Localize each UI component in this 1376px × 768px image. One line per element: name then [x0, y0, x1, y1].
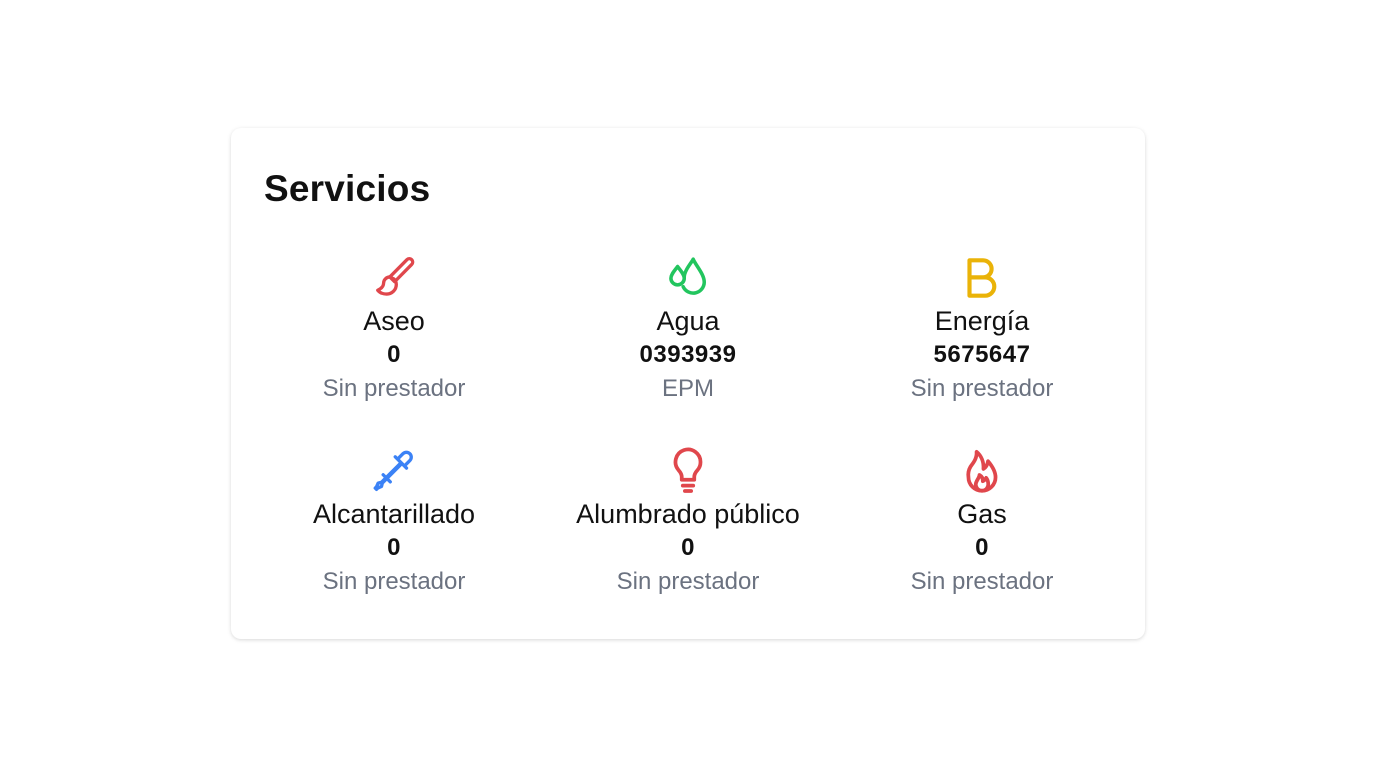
- service-alcantarillado: Alcantarillado 0 Sin prestador: [247, 446, 541, 606]
- pipette-icon: [369, 446, 419, 496]
- paint-brush-icon: [369, 253, 419, 303]
- service-number: 5675647: [933, 341, 1031, 368]
- service-number: 0: [387, 534, 401, 561]
- flame-icon: [957, 446, 1007, 496]
- service-name: Alumbrado público: [576, 499, 800, 529]
- service-name: Agua: [656, 306, 720, 336]
- service-agua: Agua 0393939 EPM: [541, 253, 835, 446]
- service-number: 0: [975, 534, 989, 561]
- card-title: Servicios: [264, 168, 431, 209]
- service-number: 0: [681, 534, 695, 561]
- service-gas: Gas 0 Sin prestador: [835, 446, 1129, 606]
- service-number: 0393939: [639, 341, 737, 368]
- service-name: Energía: [934, 306, 1030, 336]
- service-provider: Sin prestador: [910, 568, 1054, 595]
- services-grid: Aseo 0 Sin prestador Agua 0393939 EPM En…: [247, 253, 1129, 606]
- service-name: Aseo: [363, 306, 425, 336]
- letter-b-icon: [957, 253, 1007, 303]
- service-name: Alcantarillado: [312, 499, 476, 529]
- services-card: Servicios Aseo 0 Sin prestador Agua 0393…: [231, 128, 1145, 639]
- service-provider: Sin prestador: [910, 375, 1054, 402]
- service-energia: Energía 5675647 Sin prestador: [835, 253, 1129, 446]
- service-aseo: Aseo 0 Sin prestador: [247, 253, 541, 446]
- service-number: 0: [387, 341, 401, 368]
- service-provider: EPM: [661, 375, 714, 402]
- service-provider: Sin prestador: [322, 568, 466, 595]
- service-provider: Sin prestador: [322, 375, 466, 402]
- water-drops-icon: [663, 253, 713, 303]
- service-name: Gas: [957, 499, 1007, 529]
- light-bulb-icon: [663, 446, 713, 496]
- service-provider: Sin prestador: [616, 568, 760, 595]
- service-alumbrado-publico: Alumbrado público 0 Sin prestador: [541, 446, 835, 606]
